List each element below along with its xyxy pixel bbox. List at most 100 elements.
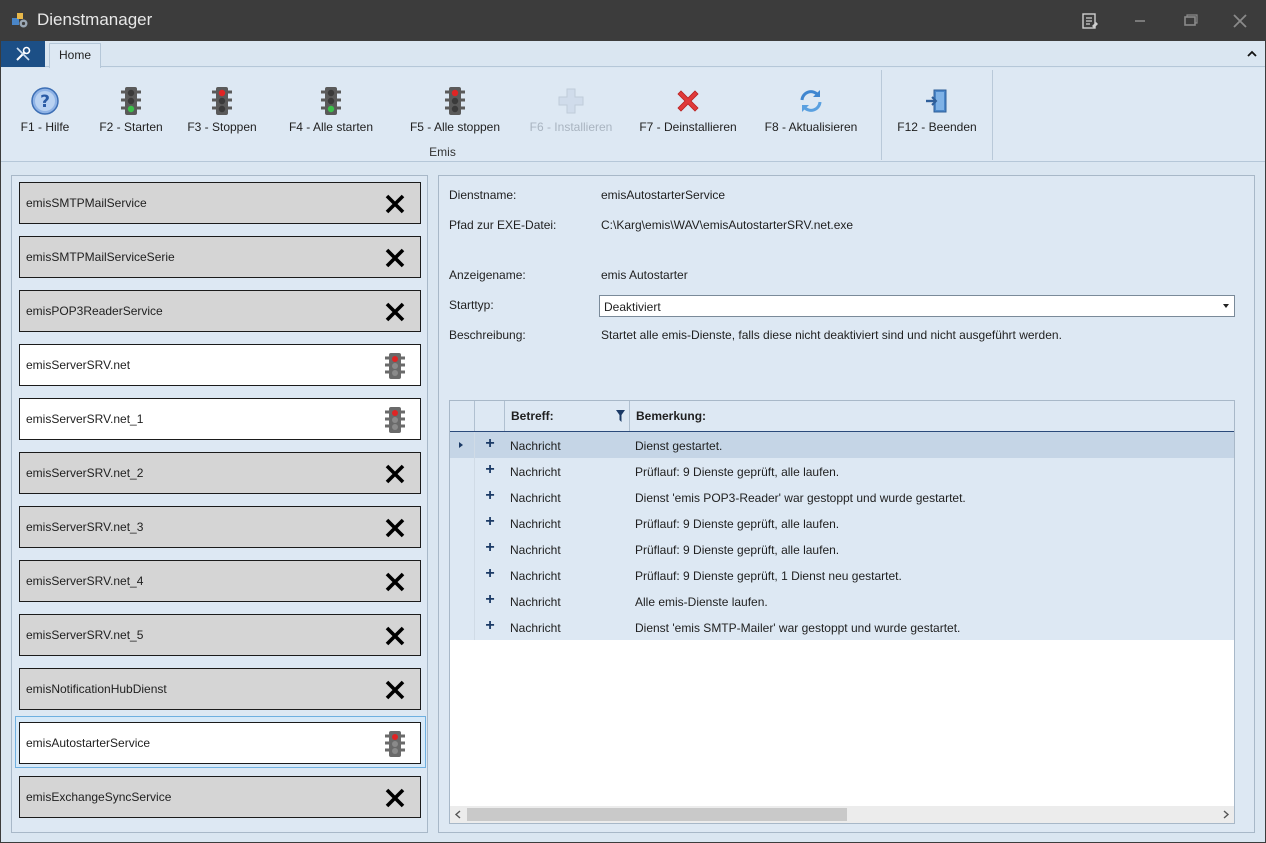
row-note: Dienst 'emis POP3-Reader' war gestoppt u… (635, 491, 966, 505)
traffic-light-red-icon (385, 353, 405, 379)
ribbon-group-separator (992, 70, 993, 160)
dienstname-label: Dienstname: (449, 188, 517, 202)
refresh-icon (800, 90, 822, 112)
notes-button[interactable] (1077, 8, 1103, 34)
table-row[interactable]: + Nachricht Dienst 'emis POP3-Reader' wa… (450, 484, 1234, 510)
row-pointer-icon (459, 442, 463, 448)
scroll-left-icon[interactable] (454, 810, 463, 819)
tools-icon (16, 46, 31, 61)
start-button[interactable]: F2 - Starten (91, 68, 171, 140)
row-note: Alle emis-Dienste laufen. (635, 595, 768, 609)
service-name: emisNotificationHubDienst (26, 682, 167, 696)
header-indicator-cell (450, 401, 475, 431)
install-button[interactable]: F6 - Installieren (521, 68, 621, 140)
expand-plus-icon[interactable]: + (475, 484, 505, 510)
service-item[interactable]: emisExchangeSyncService (19, 776, 421, 818)
service-item[interactable]: emisNotificationHubDienst (19, 668, 421, 710)
row-subject: Nachricht (510, 517, 561, 531)
refresh-button-label: F8 - Aktualisieren (764, 120, 858, 134)
stopped-x-icon (385, 680, 405, 700)
header-subject[interactable]: Betreff: (505, 401, 630, 431)
row-subject: Nachricht (510, 595, 561, 609)
starttyp-label: Starttyp: (449, 298, 494, 312)
service-item[interactable]: emisSMTPMailServiceSerie (19, 236, 421, 278)
ribbon-collapse-icon[interactable] (1245, 47, 1259, 61)
service-item[interactable]: emisServerSRV.net_5 (19, 614, 421, 656)
horizontal-scrollbar[interactable] (450, 806, 1234, 823)
row-indicator (450, 484, 475, 510)
header-note[interactable]: Bemerkung: (630, 401, 1234, 431)
row-note: Dienst 'emis SMTP-Mailer' war gestoppt u… (635, 621, 961, 635)
traffic-light-red-icon (212, 87, 232, 115)
service-item[interactable]: emisSMTPMailService (19, 182, 421, 224)
scroll-right-icon[interactable] (1221, 810, 1230, 819)
table-row[interactable]: + Nachricht Dienst gestartet. (450, 432, 1234, 458)
table-row[interactable]: + Nachricht Prüflauf: 9 Dienste geprüft,… (450, 458, 1234, 484)
service-name: emisPOP3ReaderService (26, 304, 163, 318)
service-item-selected[interactable]: emisAutostarterService (19, 722, 421, 764)
row-note: Dienst gestartet. (635, 439, 723, 453)
service-name: emisServerSRV.net (26, 358, 131, 372)
expand-plus-icon[interactable]: + (475, 432, 505, 458)
scrollbar-thumb[interactable] (467, 808, 847, 821)
start-all-button[interactable]: F4 - Alle starten (281, 68, 381, 140)
row-note: Prüflauf: 9 Dienste geprüft, alle laufen… (635, 517, 840, 531)
anzeigename-label: Anzeigename: (449, 268, 526, 282)
expand-plus-icon[interactable]: + (475, 614, 505, 640)
expand-plus-icon[interactable]: + (475, 510, 505, 536)
service-item[interactable]: emisServerSRV.net_1 (19, 398, 421, 440)
service-name: emisServerSRV.net_1 (26, 412, 144, 426)
notes-icon (1082, 13, 1098, 29)
close-icon (1233, 14, 1247, 28)
table-row[interactable]: + Nachricht Dienst 'emis SMTP-Mailer' wa… (450, 614, 1234, 640)
traffic-light-red-icon (445, 87, 465, 115)
expand-plus-icon[interactable]: + (475, 588, 505, 614)
service-item[interactable]: emisServerSRV.net (19, 344, 421, 386)
service-name: emisServerSRV.net_2 (26, 466, 144, 480)
stop-button[interactable]: F3 - Stoppen (179, 68, 265, 140)
ribbon: ? F1 - Hilfe F2 - Starten F3 - Stoppen F… (1, 68, 1265, 162)
table-row[interactable]: + Nachricht Prüflauf: 9 Dienste geprüft,… (450, 562, 1234, 588)
minimize-button[interactable] (1127, 8, 1153, 34)
close-button[interactable] (1227, 8, 1253, 34)
row-indicator (450, 510, 475, 536)
service-list: emisSMTPMailService emisSMTPMailServiceS… (11, 175, 428, 833)
table-row[interactable]: + Nachricht Prüflauf: 9 Dienste geprüft,… (450, 510, 1234, 536)
expand-plus-icon[interactable]: + (475, 458, 505, 484)
restore-icon (1184, 14, 1198, 26)
stop-all-button[interactable]: F5 - Alle stoppen (401, 68, 509, 140)
header-note-label: Bemerkung: (636, 409, 707, 423)
help-button[interactable]: ? F1 - Hilfe (5, 68, 85, 140)
table-row[interactable]: + Nachricht Alle emis-Dienste laufen. (450, 588, 1234, 614)
title-bar: Dienstmanager (0, 0, 1266, 41)
refresh-button[interactable]: F8 - Aktualisieren (757, 68, 865, 140)
tab-home[interactable]: Home (49, 43, 101, 68)
service-name: emisSMTPMailService (26, 196, 147, 210)
starttyp-select[interactable]: Deaktiviert (599, 295, 1235, 317)
install-button-label: F6 - Installieren (529, 120, 613, 134)
row-indicator (450, 588, 475, 614)
service-item[interactable]: emisServerSRV.net_3 (19, 506, 421, 548)
service-item[interactable]: emisServerSRV.net_4 (19, 560, 421, 602)
plus-icon (558, 88, 584, 114)
service-name: emisExchangeSyncService (26, 790, 172, 804)
expand-plus-icon[interactable]: + (475, 562, 505, 588)
stopped-x-icon (385, 788, 405, 808)
pfad-value: C:\Karg\emis\WAV\emisAutostarterSRV.net.… (601, 218, 854, 232)
exit-button[interactable]: F12 - Beenden (889, 68, 985, 140)
window-title: Dienstmanager (37, 10, 153, 29)
maximize-button[interactable] (1177, 8, 1203, 34)
expand-plus-icon[interactable]: + (475, 536, 505, 562)
dropdown-arrow-icon (1223, 304, 1229, 308)
service-item[interactable]: emisPOP3ReaderService (19, 290, 421, 332)
service-item[interactable]: emisServerSRV.net_2 (19, 452, 421, 494)
traffic-light-red-icon (385, 407, 405, 433)
uninstall-button[interactable]: F7 - Deinstallieren (635, 68, 741, 140)
table-row[interactable]: + Nachricht Prüflauf: 9 Dienste geprüft,… (450, 536, 1234, 562)
filter-icon[interactable] (616, 410, 625, 422)
app-menu-button[interactable] (1, 41, 45, 67)
header-subject-label: Betreff: (511, 409, 554, 423)
svg-text:?: ? (40, 92, 50, 112)
row-subject: Nachricht (510, 439, 561, 453)
traffic-light-green-icon (321, 87, 341, 115)
